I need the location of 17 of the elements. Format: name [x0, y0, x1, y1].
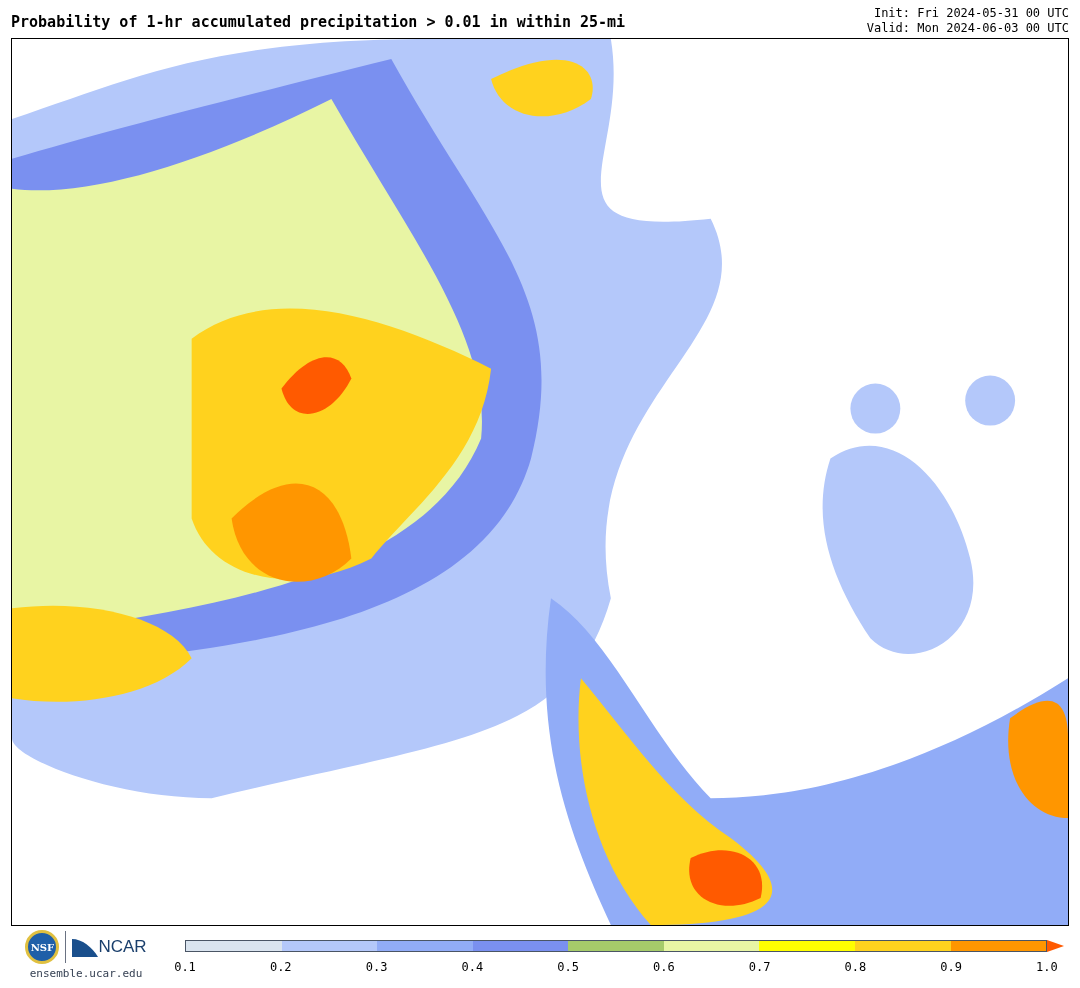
- colorbar-tick-label: 0.8: [843, 959, 868, 976]
- colorbar-tick-label: 0.2: [268, 959, 293, 976]
- chart-title: Probability of 1-hr accumulated precipitation > 0.01 in within 25-mi: [11, 12, 626, 32]
- nsf-logo: NSF: [25, 930, 60, 964]
- colorbar-tick-label: 0.5: [556, 959, 580, 976]
- site-url: ensemble.ucar.edu: [29, 966, 143, 982]
- colorbar-tick-label: 0.3: [364, 959, 389, 976]
- colorbar-tick-label: 0.6: [652, 959, 676, 976]
- ncar-logo-text: NCAR: [98, 936, 147, 959]
- colorbar-tick-label: 0.1: [173, 959, 197, 976]
- ncar-swoosh-icon: [72, 937, 99, 957]
- valid-time: Valid: Mon 2024-06-03 00 UTC: [866, 21, 1069, 36]
- colorbar-tick-label: 1.0: [1035, 959, 1059, 976]
- colorbar-tick-label: 0.4: [460, 959, 485, 976]
- colorbar-tick-label: 0.7: [747, 959, 772, 976]
- init-time: Init: Fri 2024-05-31 00 UTC: [873, 6, 1069, 21]
- colorbar-tick-label: 0.9: [939, 959, 963, 976]
